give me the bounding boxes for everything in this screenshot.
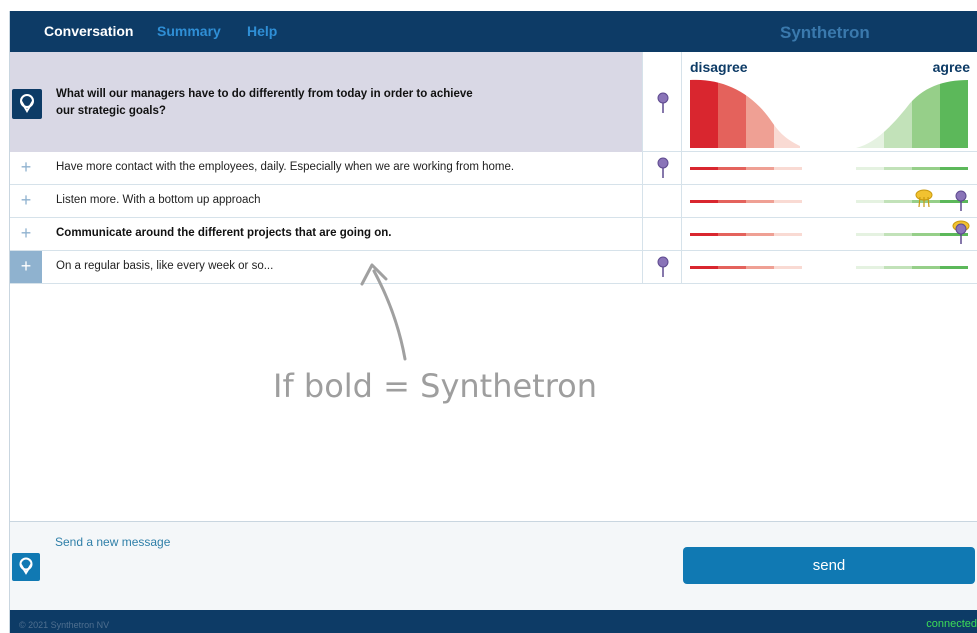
connection-status: connected	[926, 618, 977, 630]
distribution-chart	[690, 79, 968, 148]
message-composer: Send a new message send	[10, 522, 977, 610]
question-line-1: What will our managers have to do differ…	[56, 88, 473, 100]
message-text: Have more contact with the employees, da…	[56, 161, 515, 173]
agreement-scale-bar[interactable]	[682, 218, 977, 251]
agree-band-4	[940, 80, 968, 148]
pin-cell	[642, 185, 682, 218]
question-pin-cell	[642, 52, 682, 152]
status-footer: © 2021 Synthetron NV connected	[10, 610, 977, 633]
agree-band-2	[884, 80, 912, 148]
annotation-text: If bold = Synthetron	[273, 367, 598, 405]
message-row[interactable]: + Communicate around the different proje…	[10, 218, 977, 251]
annotation-arrow-icon	[360, 263, 407, 361]
agreement-scale-bar[interactable]	[682, 251, 977, 284]
tab-summary[interactable]: Summary	[157, 23, 221, 39]
message-text: On a regular basis, like every week or s…	[56, 260, 274, 272]
message-row[interactable]: + Have more contact with the employees, …	[10, 152, 977, 185]
new-message-input[interactable]: Send a new message	[55, 535, 170, 549]
message-text: Listen more. With a bottom up approach	[56, 194, 261, 206]
pin-icon[interactable]	[656, 157, 670, 179]
agreement-scale-bar[interactable]	[682, 185, 977, 218]
question-line-2: our strategic goals?	[56, 105, 166, 117]
pin-cell	[642, 152, 682, 185]
message-row[interactable]: + On a regular basis, like every week or…	[10, 251, 977, 284]
disagree-band-4	[774, 79, 800, 148]
question-text: What will our managers have to do differ…	[56, 86, 516, 120]
plus-icon[interactable]: +	[10, 185, 42, 217]
disagree-band-2	[718, 79, 746, 148]
plus-icon[interactable]: +	[10, 218, 42, 250]
message-row[interactable]: + Listen more. With a bottom up approach	[10, 185, 977, 218]
tab-help[interactable]: Help	[247, 23, 277, 39]
pin-icon[interactable]	[656, 92, 670, 114]
yellow-pin-group-icon	[915, 189, 933, 208]
send-button[interactable]: send	[683, 547, 975, 584]
pin-cell	[642, 218, 682, 251]
pin-icon[interactable]	[656, 256, 670, 278]
yellow-purple-pin-icon	[952, 220, 970, 244]
plus-icon[interactable]: +	[10, 152, 42, 184]
disagree-band-1	[690, 79, 718, 148]
top-nav-bar: Conversation Summary Help Synthetron	[10, 11, 977, 52]
pin-cell	[642, 251, 682, 284]
brand-logo-text: Synthetron	[780, 23, 870, 42]
agreement-scale-header: disagree agree	[682, 52, 977, 152]
tab-conversation[interactable]: Conversation	[44, 23, 133, 39]
agree-band-3	[912, 80, 940, 148]
question-header: What will our managers have to do differ…	[10, 52, 977, 152]
moderator-avatar-icon	[12, 89, 42, 119]
user-avatar-icon	[12, 553, 40, 581]
plus-icon[interactable]: +	[10, 251, 42, 283]
agree-band-1	[856, 80, 884, 148]
app-window: Conversation Summary Help Synthetron Wha…	[9, 11, 977, 633]
message-text-bold: Communicate around the different project…	[56, 227, 392, 239]
copyright-text: © 2021 Synthetron NV	[19, 620, 110, 630]
disagree-band-3	[746, 79, 774, 148]
agreement-scale-bar[interactable]	[682, 152, 977, 185]
